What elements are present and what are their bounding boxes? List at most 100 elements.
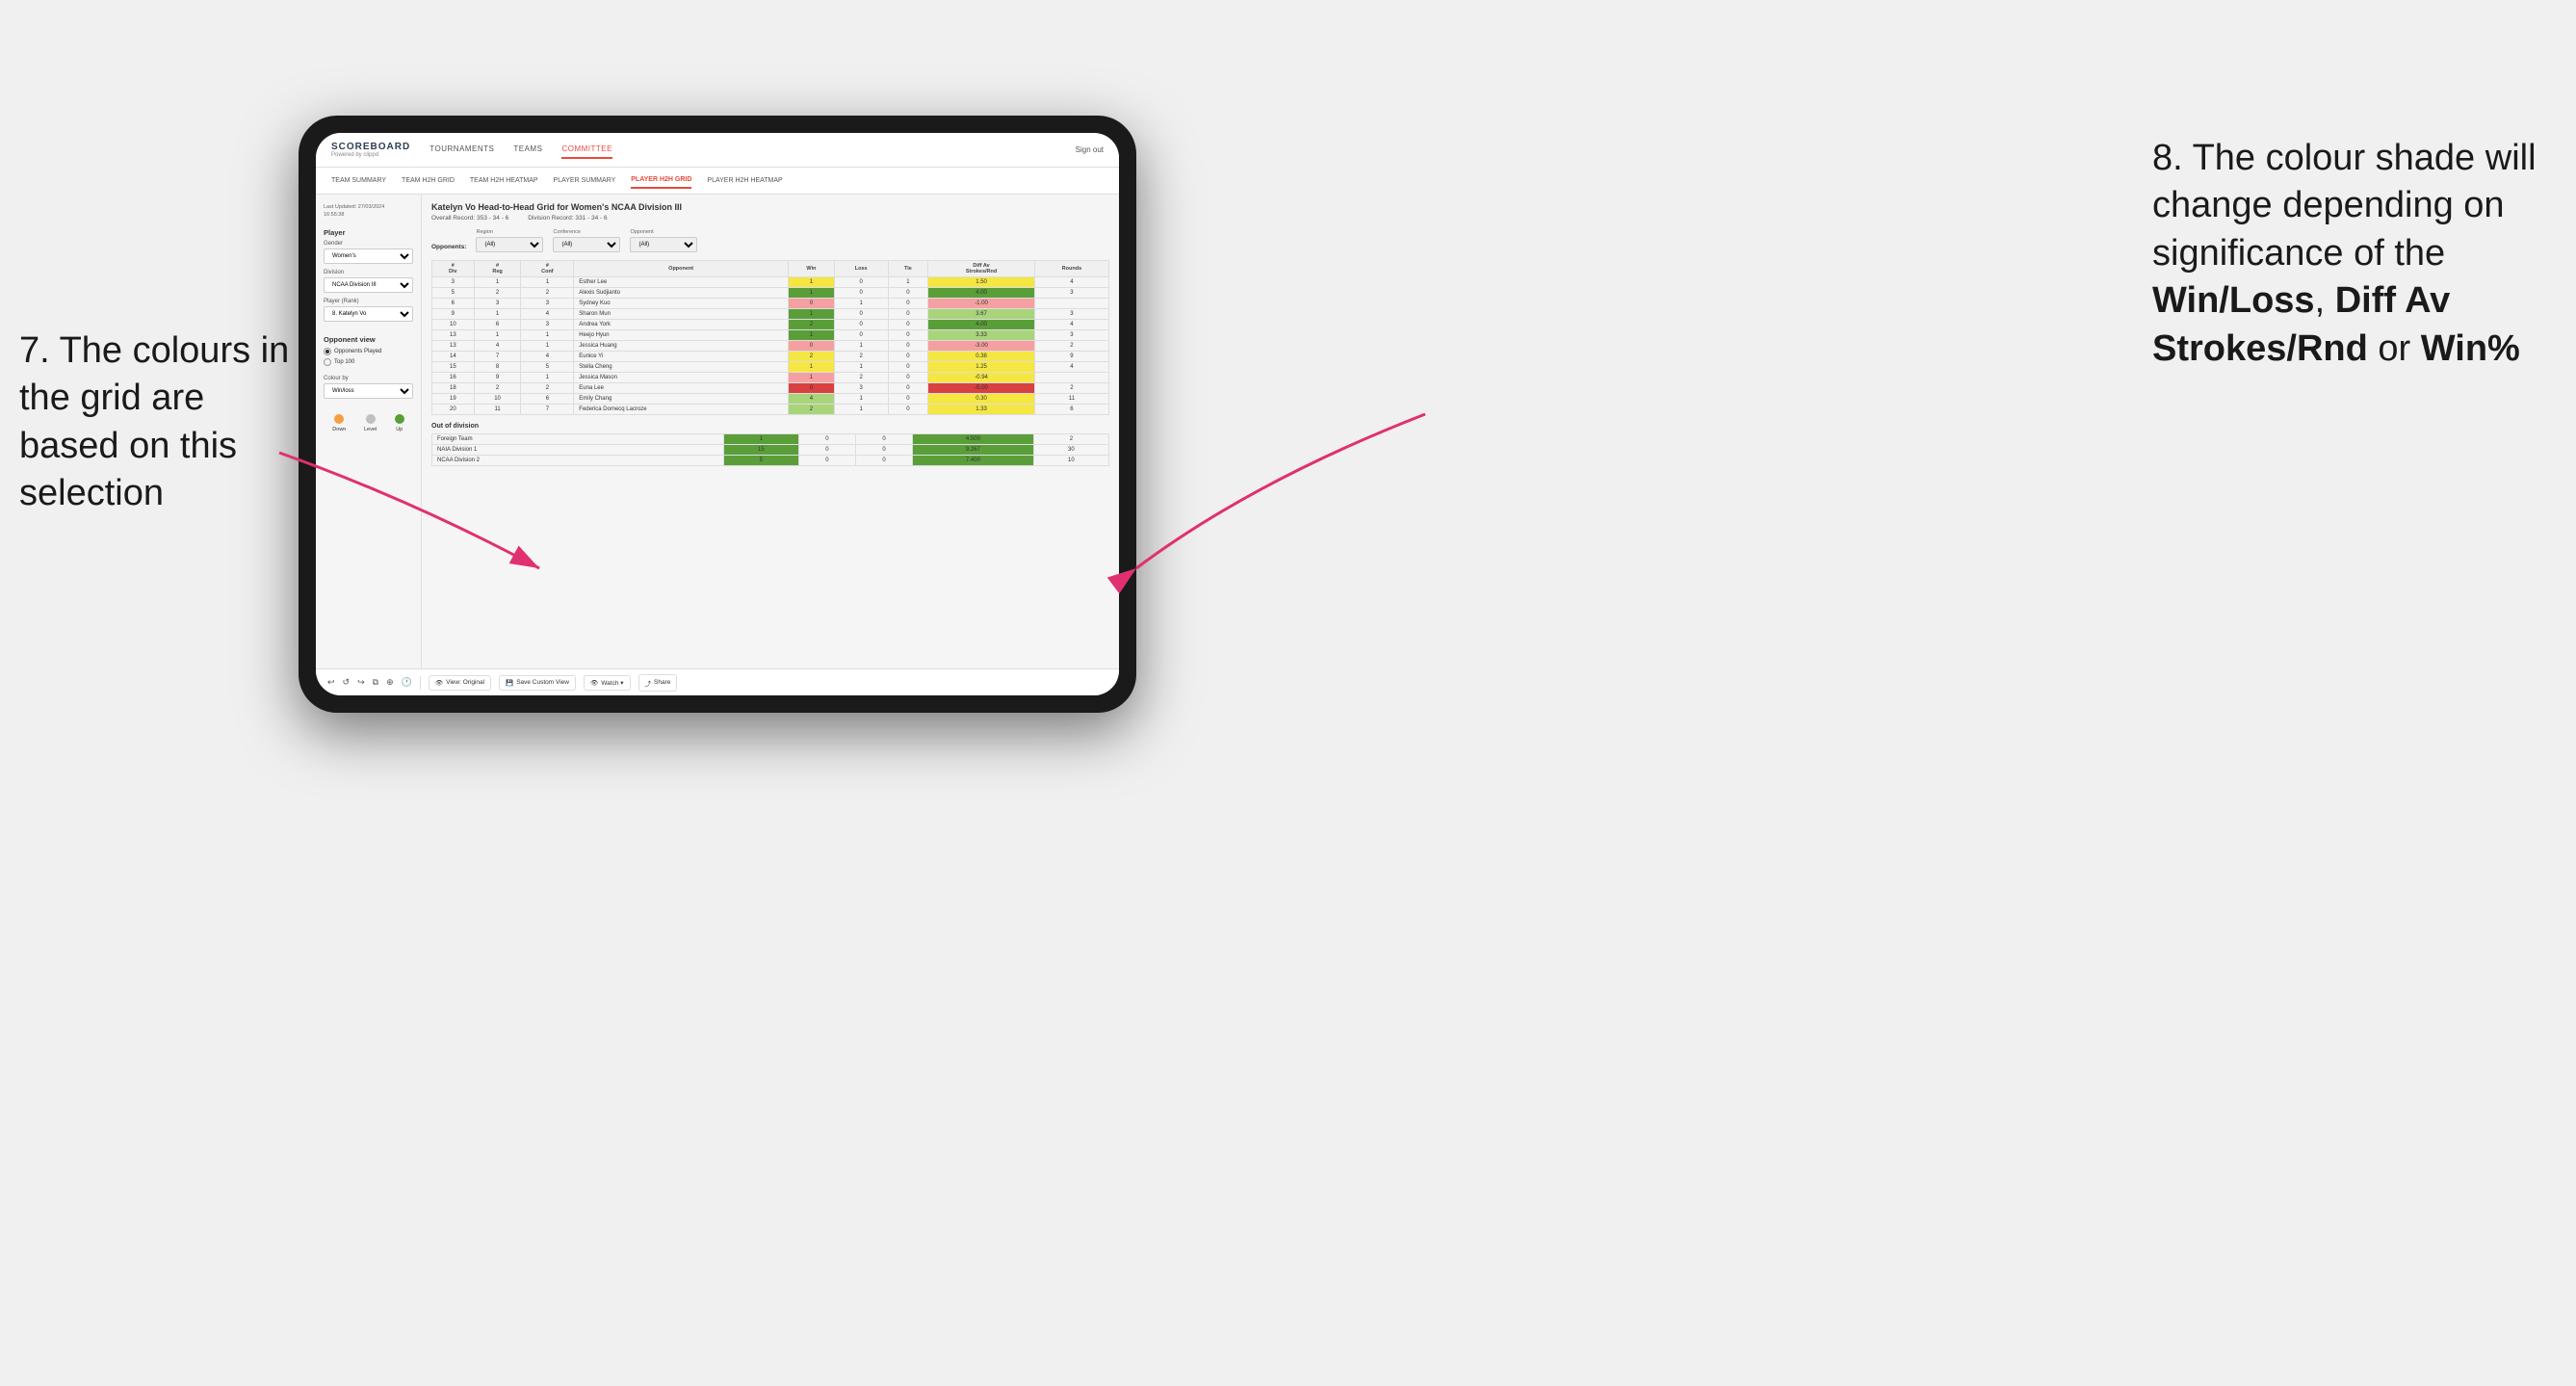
opponent-view-section: Opponent view Opponents Played Top 100 [324,335,413,366]
tab-player-summary[interactable]: PLAYER SUMMARY [554,173,616,188]
player-rank-label: Player (Rank) [324,299,413,304]
radio-top100[interactable]: Top 100 [324,358,413,366]
sidebar-player-title: Player [324,228,413,237]
table-row: 20117 Federica Domecq Lacroze 2 1 0 1.33… [432,405,1109,415]
radio-opponents-played[interactable]: Opponents Played [324,348,413,355]
filter-conference: Conference (All) [553,229,620,252]
legend-level: Level [364,414,377,432]
opponent-view-title: Opponent view [324,335,413,344]
tab-player-h2h-heatmap[interactable]: PLAYER H2H HEATMAP [707,173,782,188]
opponent-select[interactable]: (All) [630,237,697,252]
h2h-table: #Div #Reg #Conf Opponent Win Loss Tie Di… [431,260,1109,415]
watch-btn[interactable]: 👁 Watch ▾ [584,675,631,691]
legend-up: Up [395,414,404,432]
opponents-label: Opponents: [431,244,466,250]
table-row: 633 Sydney Kuo 0 1 0 -1.00 [432,299,1109,309]
filter-region: Region (All) [476,229,543,252]
th-opponent: Opponent [574,261,789,277]
filters-row: Opponents: Region (All) Conference (All) [431,229,1109,252]
filter-region-label: Region [476,229,543,235]
grid-title: Katelyn Vo Head-to-Head Grid for Women's… [431,202,1109,212]
nav-committee[interactable]: COMMITTEE [561,141,612,159]
out-of-division-table: Foreign Team 1 0 0 4.500 2 NAIA Division… [431,433,1109,466]
th-conf: #Conf [521,261,574,277]
legend-up-dot [395,414,404,424]
filter-opponent-label: Opponent [630,229,697,235]
legend-level-dot [366,414,376,424]
bottom-toolbar: ↩ ↺ ↪ ⧉ ⊕ 🕐 👁 View: Original 💾 Save Cust… [316,668,1119,695]
gender-dropdown[interactable]: Women's [324,248,413,264]
nav-links: TOURNAMENTS TEAMS COMMITTEE [429,141,1075,159]
th-div: #Div [432,261,475,277]
nav-teams[interactable]: TEAMS [513,141,542,159]
annotation-right: 8. The colour shade will change dependin… [2152,135,2557,373]
grid-area: Katelyn Vo Head-to-Head Grid for Women's… [422,195,1119,668]
nav-logo: SCOREBOARD Powered by clippd [331,142,410,158]
filter-conference-label: Conference [553,229,620,235]
tab-team-summary[interactable]: TEAM SUMMARY [331,173,386,188]
table-row: 1311 Heejo Hyun 1 0 0 3.33 3 [432,330,1109,341]
division-record: Division Record: 331 - 34 - 6 [528,215,607,222]
share-btn[interactable]: ⤴ Share [638,674,678,692]
legend: Down Level Up [324,414,413,432]
th-win: Win [789,261,835,277]
main-content: Last Updated: 27/03/202416:55:38 Player … [316,195,1119,668]
table-row: 1691 Jessica Mason 1 2 0 -0.94 [432,373,1109,383]
sidebar: Last Updated: 27/03/202416:55:38 Player … [316,195,422,668]
tablet-device: SCOREBOARD Powered by clippd TOURNAMENTS… [299,116,1136,713]
tab-team-h2h-heatmap[interactable]: TEAM H2H HEATMAP [470,173,538,188]
annotation-left: 7. The colours in the grid are based on … [19,327,299,518]
tab-player-h2h-grid[interactable]: PLAYER H2H GRID [631,172,691,189]
radio-top100-dot [324,358,331,366]
out-of-division-title: Out of division [431,423,1109,430]
table-row: 1585 Stella Cheng 1 1 0 1.25 4 [432,362,1109,373]
grid-records: Overall Record: 353 - 34 - 6 Division Re… [431,215,1109,222]
tablet-screen: SCOREBOARD Powered by clippd TOURNAMENTS… [316,133,1119,695]
legend-down: Down [332,414,346,432]
table-row: 1474 Eunice Yi 2 2 0 0.38 9 [432,352,1109,362]
colour-by-label: Colour by [324,376,413,381]
undo-icon[interactable]: ↩ [327,677,335,688]
copy-icon[interactable]: ⧉ [373,677,378,688]
th-loss: Loss [834,261,888,277]
region-select[interactable]: (All) [476,237,543,252]
division-dropdown[interactable]: NCAA Division III [324,277,413,293]
view-original-btn[interactable]: 👁 View: Original [429,675,491,691]
table-row: 914 Sharon Mun 1 0 0 3.67 3 [432,309,1109,320]
player-rank-dropdown[interactable]: 8. Katelyn Vo [324,306,413,322]
nav-right: Sign out [1076,145,1104,154]
division-label: Division [324,270,413,275]
colour-by-dropdown[interactable]: Win/loss [324,383,413,399]
filter-opponent: Opponent (All) [630,229,697,252]
table-row: 1063 Andrea York 2 0 0 4.00 4 [432,320,1109,330]
sign-out-link[interactable]: Sign out [1076,145,1104,154]
gender-label: Gender [324,241,413,247]
th-diff: Diff AvStrokes/Rnd [928,261,1035,277]
sidebar-timestamp: Last Updated: 27/03/202416:55:38 [324,204,413,219]
colour-by-section: Colour by Win/loss [324,376,413,399]
save-custom-view-btn[interactable]: 💾 Save Custom View [499,675,576,691]
overall-record: Overall Record: 353 - 34 - 6 [431,215,508,222]
nav-tournaments[interactable]: TOURNAMENTS [429,141,494,159]
redo-icon[interactable]: ↺ [343,677,351,688]
radio-opponents-played-dot [324,348,331,355]
table-row: 522 Alexis Sudjianto 1 0 0 4.00 3 [432,288,1109,299]
table-row: NCAA Division 2 5 0 0 7.400 10 [432,456,1109,466]
legend-down-dot [334,414,344,424]
nav-bar: SCOREBOARD Powered by clippd TOURNAMENTS… [316,133,1119,168]
tab-team-h2h-grid[interactable]: TEAM H2H GRID [402,173,455,188]
toolbar-divider [420,676,421,690]
table-row: NAIA Division 1 15 0 0 9.267 30 [432,445,1109,456]
clock-icon[interactable]: 🕐 [402,677,412,688]
nav-logo-sub: Powered by clippd [331,152,410,158]
table-row: 311 Esther Lee 1 0 1 1.50 4 [432,277,1109,288]
paste-icon[interactable]: ⊕ [386,677,394,688]
conference-select[interactable]: (All) [553,237,620,252]
table-row: 1822 Euna Lee 0 3 0 -5.00 2 [432,383,1109,394]
table-row: 19106 Emily Chang 4 1 0 0.30 11 [432,394,1109,405]
th-reg: #Reg [474,261,521,277]
table-row: 1341 Jessica Huang 0 1 0 -3.00 2 [432,341,1109,352]
th-tie: Tie [888,261,928,277]
th-rounds: Rounds [1034,261,1108,277]
forward-icon[interactable]: ↪ [357,677,365,688]
